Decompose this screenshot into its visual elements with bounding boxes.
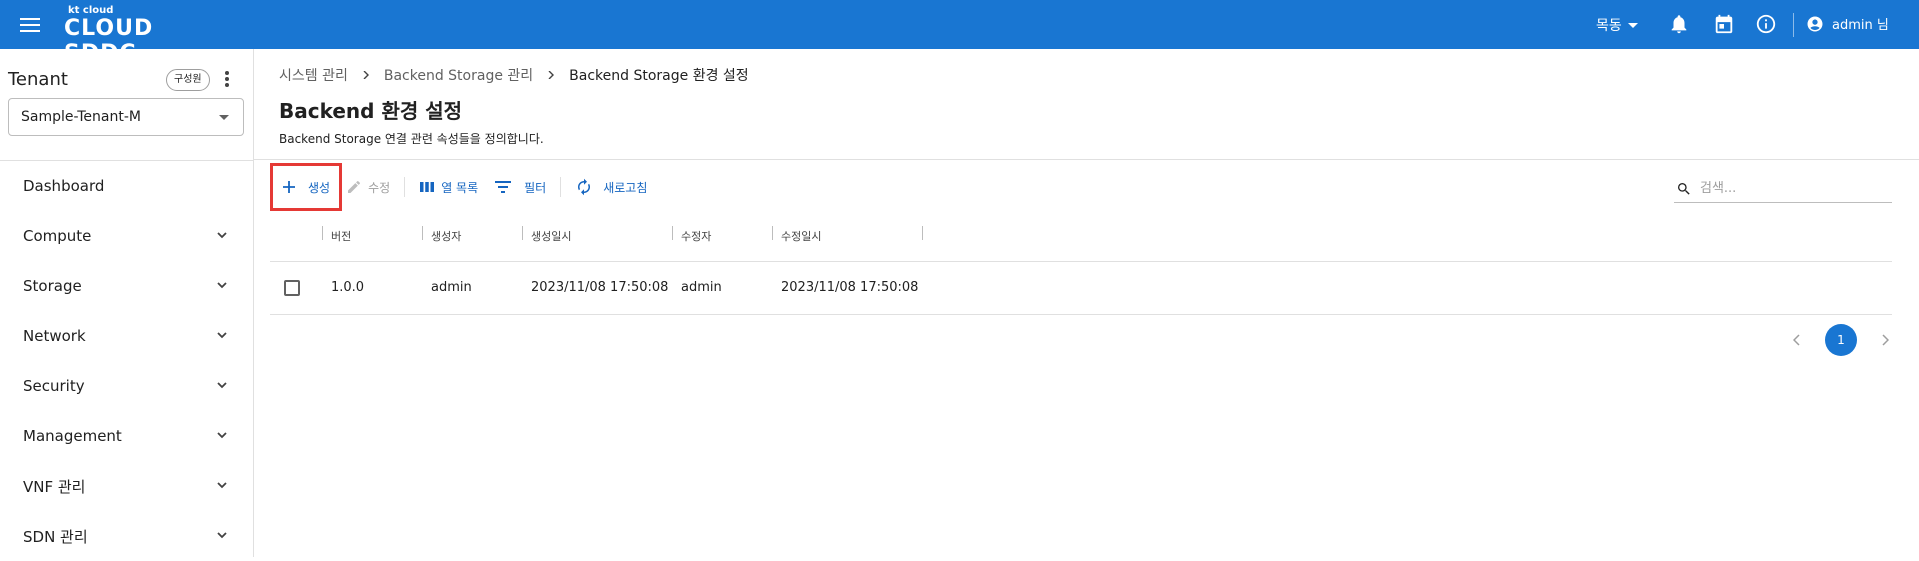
chevron-right-icon — [1882, 334, 1889, 346]
tenant-select-value: Sample-Tenant-M — [21, 109, 141, 125]
view-column-icon — [420, 182, 435, 192]
chevron-down-icon — [217, 282, 227, 289]
search-icon — [1678, 182, 1690, 195]
menu-icon[interactable] — [18, 15, 42, 35]
sidebar-item-dashboard[interactable]: Dashboard — [0, 161, 253, 211]
chevron-left-icon — [1793, 334, 1800, 346]
sidebar-item-vnf[interactable]: VNF 관리 — [0, 461, 253, 511]
tenant-label: Tenant — [8, 69, 68, 90]
column-divider — [422, 226, 423, 240]
header-divider — [1793, 13, 1794, 37]
chevron-down-icon — [217, 482, 227, 489]
user-menu[interactable]: admin 님 — [1806, 14, 1889, 33]
search-input[interactable] — [1700, 181, 1880, 196]
column-divider — [922, 226, 923, 240]
columns-button[interactable]: 열 목록 — [411, 169, 486, 205]
chevron-down-icon — [217, 332, 227, 339]
table-header: 버전 생성자 생성일시 수정자 수정일시 — [270, 218, 1892, 262]
cell-created-at: 2023/11/08 17:50:08 — [531, 280, 669, 295]
breadcrumb-item-backend-storage[interactable]: Backend Storage 관리 — [384, 65, 533, 85]
caret-down-icon — [1627, 22, 1638, 28]
filter-button[interactable]: 필터 — [486, 169, 554, 205]
column-header-modifier[interactable]: 수정자 — [681, 228, 711, 244]
refresh-icon — [578, 178, 591, 196]
column-header-creator[interactable]: 생성자 — [431, 228, 461, 244]
prev-page-button[interactable] — [1787, 330, 1807, 350]
column-divider — [772, 226, 773, 240]
sidebar: Tenant 구성원 Sample-Tenant-M Dashboard Com… — [0, 49, 254, 557]
page-description: Backend Storage 연결 관련 속성들을 정의합니다. — [279, 132, 544, 146]
table-row[interactable]: 1.0.0 admin 2023/11/08 17:50:08 admin 20… — [270, 262, 1892, 315]
edit-button[interactable]: 수정 — [338, 169, 398, 205]
tenant-select[interactable]: Sample-Tenant-M — [8, 98, 244, 136]
column-header-modified-at[interactable]: 수정일시 — [781, 228, 821, 244]
column-divider — [322, 226, 323, 240]
row-checkbox[interactable] — [284, 280, 300, 296]
bell-icon[interactable] — [1668, 13, 1690, 35]
breadcrumb-item-system[interactable]: 시스템 관리 — [279, 65, 348, 85]
toolbar-divider — [404, 177, 406, 197]
chevron-down-icon — [217, 432, 227, 439]
column-divider — [522, 226, 523, 240]
more-vert-icon[interactable] — [224, 71, 230, 89]
filter-icon — [495, 181, 512, 193]
cell-modified-at: 2023/11/08 17:50:08 — [781, 280, 919, 295]
create-button[interactable]: 생성 — [270, 169, 338, 205]
chevron-right-icon — [548, 71, 555, 79]
sidebar-item-network[interactable]: Network — [0, 311, 253, 361]
column-header-version[interactable]: 버전 — [331, 228, 351, 244]
cell-modifier: admin — [681, 280, 722, 295]
breadcrumb: 시스템 관리 Backend Storage 관리 Backend Storag… — [279, 65, 749, 85]
caret-down-icon — [219, 115, 229, 120]
data-table: 버전 생성자 생성일시 수정자 수정일시 1.0.0 admin 2023/11… — [270, 218, 1892, 315]
cell-creator: admin — [431, 280, 472, 295]
chevron-right-icon — [363, 71, 369, 79]
member-chip[interactable]: 구성원 — [166, 69, 210, 91]
plus-icon — [283, 181, 295, 193]
region-selector[interactable]: 목동 — [1596, 15, 1638, 35]
sidebar-item-sdn[interactable]: SDN 관리 — [0, 511, 253, 561]
pagination: 1 — [1787, 324, 1895, 356]
page-number-button[interactable]: 1 — [1825, 324, 1857, 356]
toolbar-divider — [560, 177, 562, 197]
logo[interactable]: kt cloud CLOUD SDDC — [64, 4, 234, 66]
pencil-icon — [348, 180, 361, 193]
account-icon — [1807, 16, 1823, 31]
page-title: Backend 환경 설정 — [279, 99, 463, 123]
calendar-icon[interactable] — [1713, 13, 1735, 35]
chevron-down-icon — [217, 532, 227, 539]
content-divider — [254, 159, 1919, 160]
breadcrumb-item-current: Backend Storage 환경 설정 — [569, 68, 749, 84]
sidebar-item-storage[interactable]: Storage — [0, 261, 253, 311]
sidebar-item-compute[interactable]: Compute — [0, 211, 253, 261]
region-label: 목동 — [1596, 18, 1622, 34]
search-box — [1674, 175, 1892, 203]
sidebar-item-security[interactable]: Security — [0, 361, 253, 411]
column-divider — [672, 226, 673, 240]
cell-version: 1.0.0 — [331, 280, 365, 295]
next-page-button[interactable] — [1875, 330, 1895, 350]
chevron-down-icon — [217, 382, 227, 389]
top-app-bar: kt cloud CLOUD SDDC 목동 admin 님 — [0, 0, 1919, 66]
sidebar-item-management[interactable]: Management — [0, 411, 253, 461]
column-header-created-at[interactable]: 생성일시 — [531, 228, 571, 244]
info-icon[interactable] — [1755, 13, 1777, 35]
refresh-button[interactable]: 새로고침 — [567, 169, 655, 205]
user-name: admin 님 — [1832, 18, 1889, 33]
chevron-down-icon — [217, 232, 227, 239]
toolbar: 생성 수정 열 목록 필터 새로고침 — [270, 163, 655, 211]
